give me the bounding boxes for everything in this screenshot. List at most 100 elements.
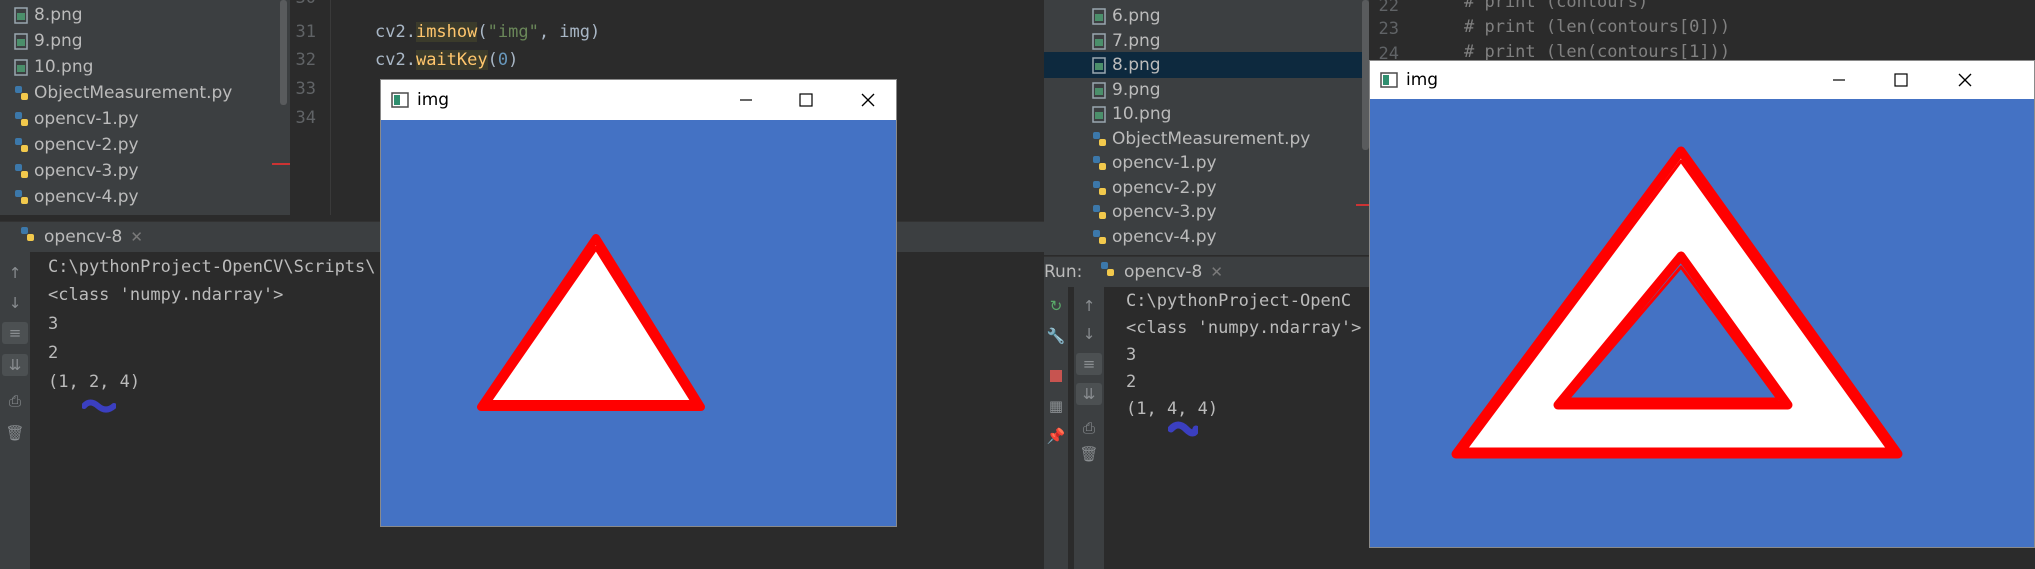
tree-item[interactable]: opencv-1.py (1092, 150, 1217, 176)
run-toolbar: ↑ ↓ ≡ ⇊ ⎙ 🗑 (0, 252, 30, 569)
python-file-icon (14, 163, 28, 180)
console-line: <class 'numpy.ndarray'> (48, 285, 284, 305)
tree-item[interactable]: opencv-3.py (1092, 199, 1217, 225)
close-icon[interactable] (853, 85, 883, 115)
tree-item-selected[interactable]: 8.png (1044, 52, 1369, 78)
tree-item-label: opencv-4.py (1112, 227, 1217, 247)
maximize-icon[interactable] (791, 85, 821, 115)
down-arrow-icon[interactable]: ↓ (4, 292, 26, 314)
print-icon[interactable]: ⎙ (1078, 417, 1100, 439)
img-window[interactable]: img (1370, 61, 2034, 547)
tree-item[interactable]: opencv-4.py (1092, 224, 1217, 250)
line-number: 33 (295, 79, 316, 99)
tree-item[interactable]: 8.png (14, 2, 83, 28)
close-icon[interactable]: ✕ (130, 228, 143, 246)
console-line: C:\pythonProject-OpenCV\Scripts\ (48, 257, 376, 277)
image-file-icon (14, 32, 28, 50)
tree-item[interactable]: 9.png (14, 28, 83, 54)
img-window[interactable]: img (381, 80, 896, 526)
error-marker (1356, 204, 1370, 206)
minimize-icon[interactable] (1824, 65, 1854, 95)
scribble-mark (1168, 421, 1198, 437)
scroll-to-end-icon[interactable]: ⇊ (2, 354, 28, 376)
tree-item[interactable]: 7.png (1092, 28, 1161, 54)
right-ide-screenshot: 6.png 7.png 8.png 9.png 10.png ObjectMea… (1044, 0, 2035, 569)
tree-item-label: opencv-1.py (1112, 153, 1217, 173)
tree-item[interactable]: opencv-2.py (14, 132, 139, 158)
nested-triangle-drawing (1451, 146, 1903, 459)
soft-wrap-icon[interactable]: ≡ (1076, 353, 1102, 375)
image-file-icon (14, 6, 28, 24)
up-arrow-icon[interactable]: ↑ (1078, 295, 1100, 317)
image-file-icon (1092, 7, 1106, 25)
stop-icon[interactable] (1045, 365, 1067, 387)
scribble-mark (82, 399, 116, 413)
run-tab[interactable]: opencv-8 ✕ (20, 226, 143, 247)
code-line-imshow[interactable]: cv2.imshow("img", img) (375, 22, 600, 42)
tree-item-label: 10.png (1112, 104, 1172, 124)
tree-item-label: 8.png (1112, 55, 1161, 75)
tree-scrollbar[interactable] (280, 0, 287, 105)
tree-item[interactable]: opencv-4.py (14, 184, 139, 210)
tree-item[interactable]: 10.png (1092, 101, 1171, 127)
line-number: 31 (295, 22, 316, 42)
code-line-comment[interactable]: # print (len(contours[1])) (1464, 42, 1730, 62)
window-titlebar[interactable]: img (1370, 61, 2034, 99)
python-file-icon (1092, 180, 1106, 197)
down-arrow-icon[interactable]: ↓ (1078, 323, 1100, 345)
tree-item[interactable]: 10.png (14, 54, 93, 80)
tree-item[interactable]: opencv-3.py (14, 158, 139, 184)
tree-item-label: opencv-4.py (34, 187, 139, 207)
tree-item[interactable]: 9.png (1092, 77, 1161, 103)
close-icon[interactable] (1950, 65, 1980, 95)
console-line: (1, 2, 4) (48, 372, 141, 392)
trash-icon[interactable]: 🗑 (1078, 443, 1100, 465)
tree-item[interactable]: ObjectMeasurement.py (1092, 126, 1310, 152)
console-line: C:\pythonProject-OpenC (1126, 291, 1352, 311)
left-ide-screenshot: 8.png 9.png 10.png ObjectMeasurement.py … (0, 0, 1044, 569)
trash-icon[interactable]: 🗑 (4, 422, 26, 444)
soft-wrap-icon[interactable]: ≡ (2, 322, 28, 344)
tree-item-label: 8.png (34, 5, 83, 25)
python-file-icon (1092, 204, 1106, 221)
line-number: 22 (1378, 0, 1399, 16)
console-line: 2 (1126, 372, 1137, 392)
image-file-icon (1092, 105, 1106, 123)
code-line-comment[interactable]: # print (len(contours[0])) (1464, 17, 1730, 37)
code-line-waitkey[interactable]: cv2.waitKey(0) (375, 50, 518, 70)
tree-item-label: opencv-2.py (34, 135, 139, 155)
code-line-comment[interactable]: # print (contours) (1464, 0, 1648, 12)
wrench-icon[interactable]: 🔧 (1045, 325, 1067, 347)
tree-item[interactable]: 6.png (1092, 3, 1161, 29)
run-label: Run: (1044, 262, 1083, 282)
tree-item-label: opencv-3.py (1112, 202, 1217, 222)
tree-item[interactable]: ObjectMeasurement.py (14, 80, 232, 106)
python-file-icon (14, 85, 28, 102)
close-icon[interactable]: ✕ (1210, 263, 1223, 281)
run-tab[interactable]: opencv-8 ✕ (1100, 261, 1223, 282)
console-line: 2 (48, 343, 59, 363)
window-title: img (417, 90, 450, 110)
pin-icon[interactable]: 📌 (1045, 425, 1067, 447)
window-titlebar[interactable]: img (381, 80, 896, 120)
image-file-icon (14, 58, 28, 76)
console-line: 3 (1126, 345, 1137, 365)
layout-icon[interactable]: ▦ (1045, 395, 1067, 417)
python-file-icon (14, 111, 28, 128)
tree-item[interactable]: opencv-2.py (1092, 175, 1217, 201)
tree-scrollbar[interactable] (1362, 0, 1369, 150)
python-file-icon (1092, 155, 1106, 172)
python-file-icon (1100, 261, 1116, 282)
image-canvas (1370, 99, 2034, 547)
rerun-icon[interactable]: ↻ (1045, 295, 1067, 317)
line-number: 34 (295, 108, 316, 128)
maximize-icon[interactable] (1886, 65, 1916, 95)
minimize-icon[interactable] (731, 85, 761, 115)
up-arrow-icon[interactable]: ↑ (4, 262, 26, 284)
print-icon[interactable]: ⎙ (4, 390, 26, 412)
project-tree: 8.png 9.png 10.png ObjectMeasurement.py … (0, 0, 290, 215)
tree-item[interactable]: opencv-1.py (14, 106, 139, 132)
tree-item-label: ObjectMeasurement.py (34, 83, 233, 103)
scroll-to-end-icon[interactable]: ⇊ (1076, 383, 1102, 405)
line-number: 32 (295, 50, 316, 70)
